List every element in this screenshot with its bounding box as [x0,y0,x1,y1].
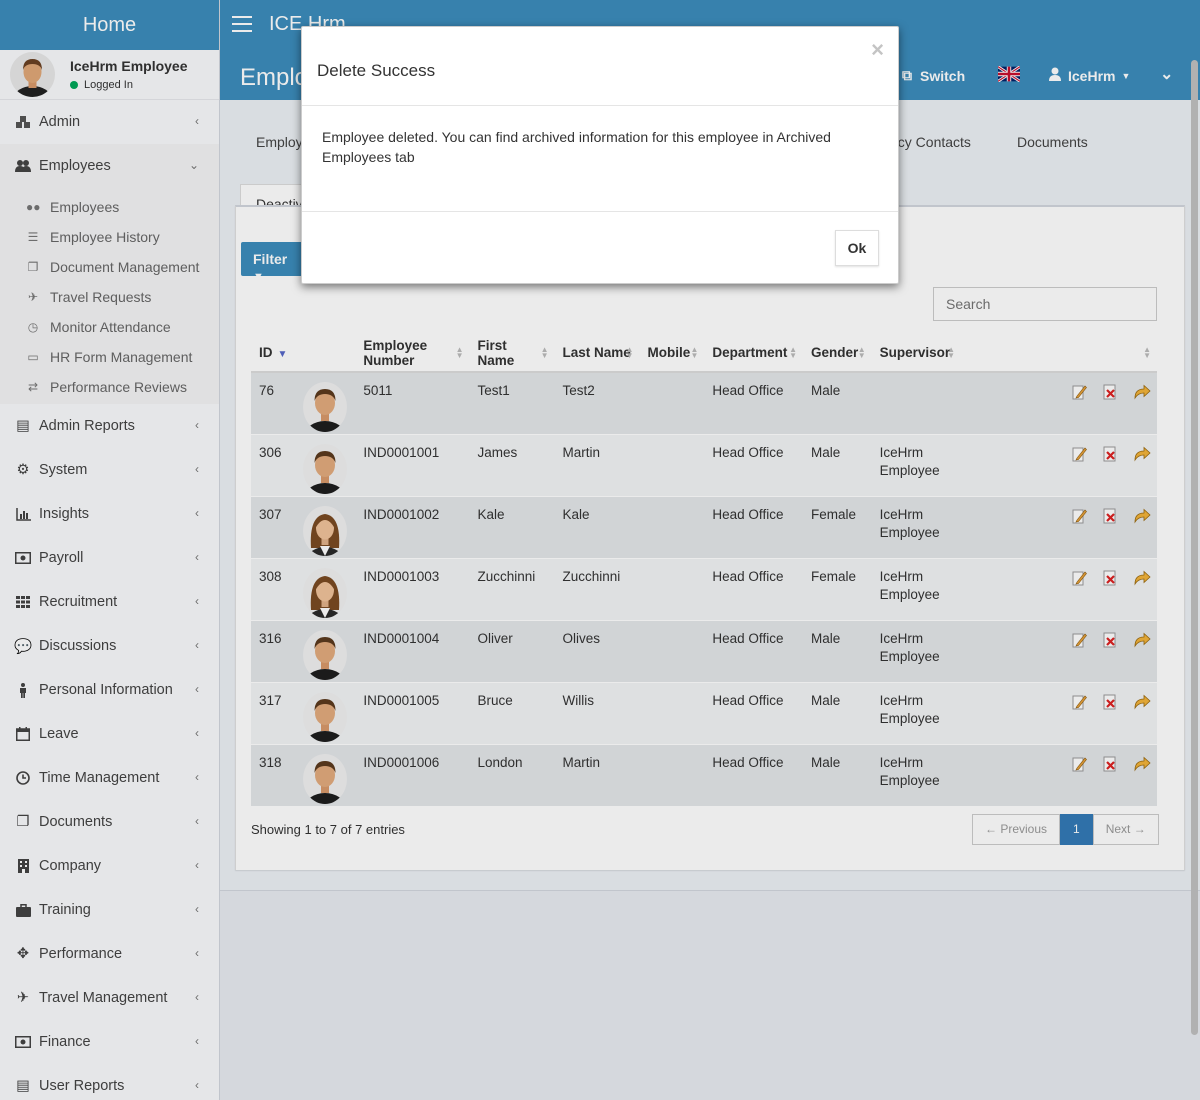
modal-title: Delete Success [317,61,436,80]
modal-header: Delete Success × [302,27,898,106]
ok-button[interactable]: Ok [835,230,879,266]
delete-success-dialog: Delete Success × Employee deleted. You c… [301,26,899,284]
modal-message: Employee deleted. You can find archived … [302,106,898,212]
close-icon[interactable]: × [871,37,884,63]
modal-footer: Ok [302,212,898,284]
